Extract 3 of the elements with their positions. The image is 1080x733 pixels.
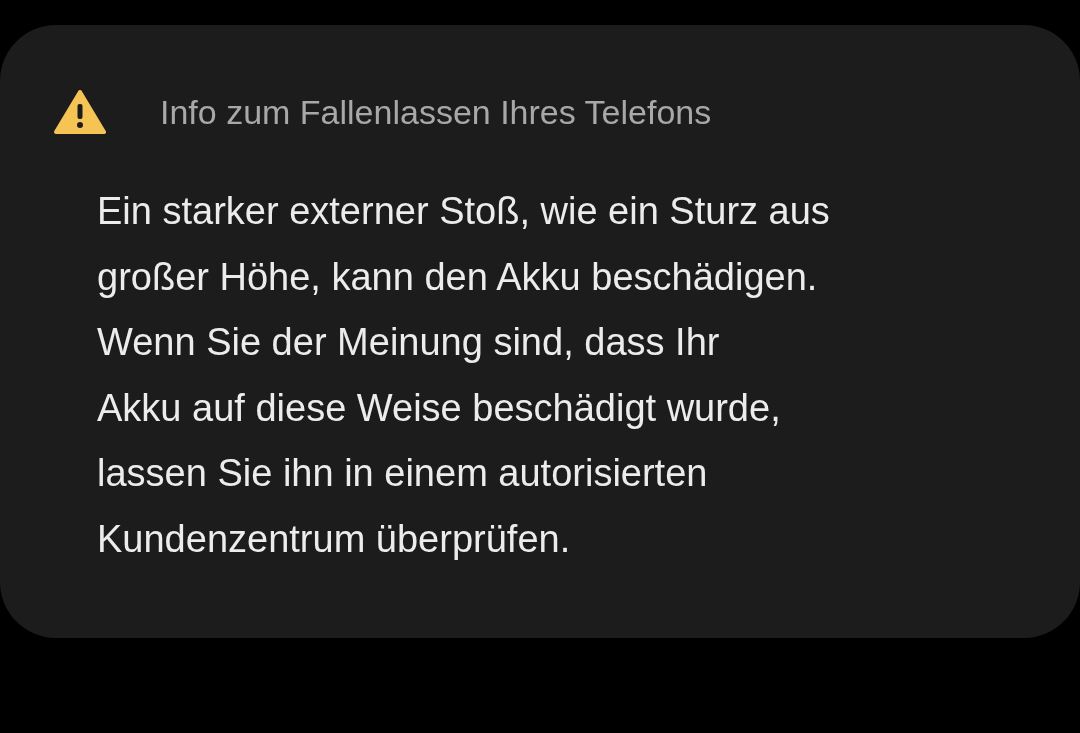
warning-icon [54,89,106,135]
dialog-title: Info zum Fallenlassen Ihres Telefons [160,92,712,132]
dialog-message: Ein starker externer Stoß, wie ein Sturz aus großer Höhe, kann den Akku beschädigen. Wenn Sie der Meinung sind, dass Ihr Akku auf diese Weise beschädigt wurde, lassen Sie ihn in einem autorisierten Kundenzentrum überprüfen. [97,189,831,562]
